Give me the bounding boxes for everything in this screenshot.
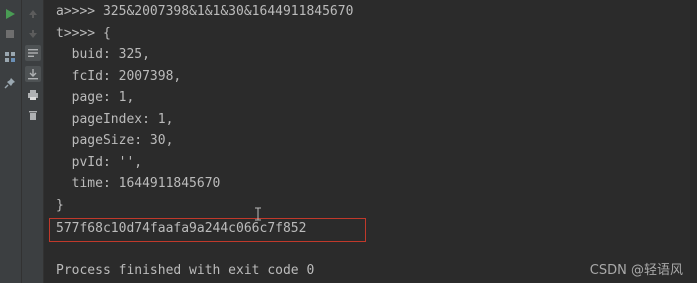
console-line: page: 1, <box>56 90 135 105</box>
soft-wrap-icon[interactable] <box>25 45 41 61</box>
trash-icon[interactable] <box>25 107 41 123</box>
console-line: time: 1644911845670 <box>56 176 221 191</box>
console-line: buid: 325, <box>56 47 150 62</box>
console-line: } <box>56 198 64 213</box>
console-line: fcId: 2007398, <box>56 69 182 84</box>
console-line: pageSize: 30, <box>56 133 174 148</box>
scroll-to-end-icon[interactable] <box>25 66 41 82</box>
stop-icon[interactable] <box>2 26 18 42</box>
up-arrow-icon[interactable] <box>25 6 41 22</box>
text-cursor-icon <box>255 207 261 221</box>
layout-icon[interactable] <box>2 49 18 65</box>
pin-icon[interactable] <box>2 75 18 91</box>
process-finished-line: Process finished with exit code 0 <box>56 263 315 278</box>
console-line: pvId: '', <box>56 155 143 170</box>
console-toolbar <box>0 0 44 283</box>
console-line: a>>>> 325&2007398&1&1&30&1644911845670 <box>56 4 354 19</box>
toolbar-left-column <box>0 0 20 283</box>
run-icon[interactable] <box>2 6 18 22</box>
down-arrow-icon[interactable] <box>25 26 41 42</box>
toolbar-right-column <box>21 0 44 283</box>
console-line: pageIndex: 1, <box>56 112 174 127</box>
watermark-text: CSDN @轻语风 <box>589 263 683 278</box>
print-icon[interactable] <box>25 87 41 103</box>
console-line: t>>>> { <box>56 26 111 41</box>
hash-highlight-box <box>49 218 366 242</box>
